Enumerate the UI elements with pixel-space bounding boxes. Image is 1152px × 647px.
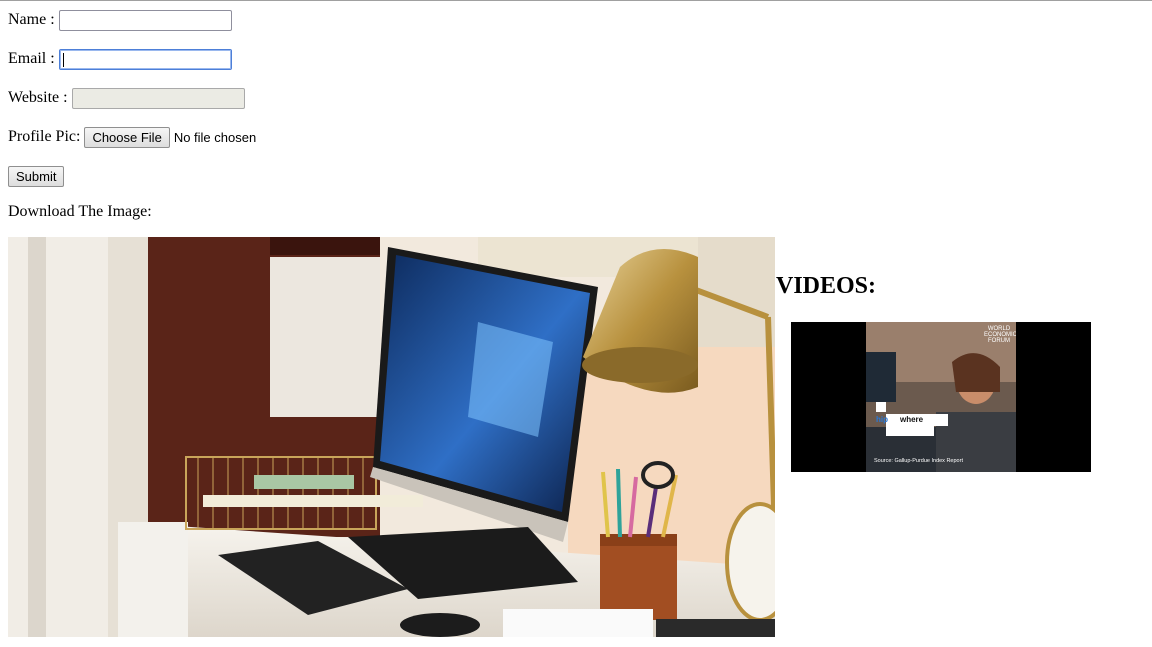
text-caret: [62, 52, 64, 67]
website-input[interactable]: [71, 87, 245, 109]
video-thumbnail: [866, 322, 1016, 472]
profile-pic-label: Profile Pic:: [8, 128, 81, 145]
website-label: Website :: [8, 89, 68, 106]
email-row: Email :: [8, 48, 232, 70]
submit-button[interactable]: Submit: [8, 165, 65, 187]
download-label: Download The Image:: [8, 203, 152, 220]
videos-heading: VIDEOS:: [776, 273, 877, 299]
video-caption: where: [900, 415, 924, 424]
submit-row: Submit: [8, 165, 65, 187]
name-label: Name :: [8, 11, 55, 28]
video-player[interactable]: WORLD ECONOMIC FORUM hip where Source: G…: [791, 322, 1091, 472]
website-row: Website :: [8, 87, 245, 109]
video-caption-prefix: hip: [876, 415, 888, 424]
wef-logo-text: WORLD ECONOMIC FORUM: [984, 326, 1016, 344]
name-row: Name :: [8, 9, 232, 31]
profile-pic-row: Profile Pic: Choose File No file chosen: [8, 126, 256, 148]
desk-photo[interactable]: [8, 237, 775, 637]
email-input[interactable]: [58, 48, 232, 70]
name-input[interactable]: [58, 9, 232, 31]
choose-file-button[interactable]: Choose File: [84, 126, 170, 148]
video-frame: WORLD ECONOMIC FORUM hip where Source: G…: [866, 322, 1016, 472]
desk-photo-image: [8, 237, 775, 637]
video-source-text: Source: Gallup-Purdue Index Report: [874, 458, 963, 464]
file-status-text: No file chosen: [173, 129, 257, 145]
email-label: Email :: [8, 50, 55, 67]
